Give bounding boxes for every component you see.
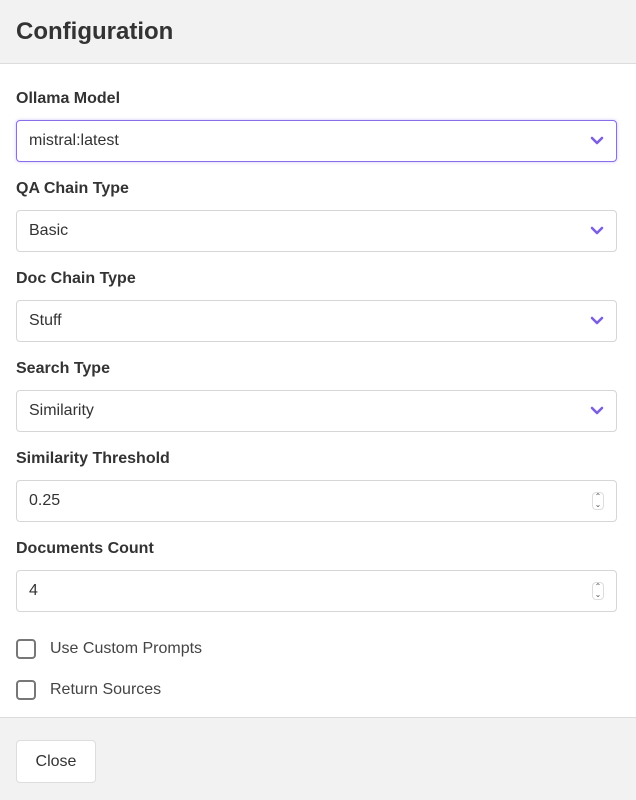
ollama-model-group: Ollama Model mistral:latest bbox=[16, 85, 636, 175]
documents-count-label: Documents Count bbox=[16, 540, 154, 557]
modal-footer: Close bbox=[0, 717, 636, 800]
doc-chain-type-group: Doc Chain Type Stuff bbox=[16, 265, 636, 355]
doc-chain-type-select[interactable]: Stuff bbox=[16, 300, 617, 342]
similarity-threshold-input[interactable]: 0.25 ⌃ ⌄ bbox=[16, 480, 617, 522]
documents-count-value: 4 bbox=[29, 582, 38, 599]
search-type-label: Search Type bbox=[16, 360, 110, 377]
search-type-select[interactable]: Similarity bbox=[16, 390, 617, 432]
search-type-group: Search Type Similarity bbox=[16, 355, 636, 445]
documents-count-input[interactable]: 4 ⌃ ⌄ bbox=[16, 570, 617, 612]
ollama-model-label: Ollama Model bbox=[16, 90, 121, 107]
qa-chain-type-group: QA Chain Type Basic bbox=[16, 175, 636, 265]
chevron-down-icon bbox=[590, 404, 604, 418]
similarity-threshold-group: Similarity Threshold 0.25 ⌃ ⌄ bbox=[16, 445, 636, 535]
qa-chain-type-label: QA Chain Type bbox=[16, 180, 129, 197]
modal-header: Configuration bbox=[0, 0, 636, 64]
checkbox-icon[interactable] bbox=[16, 679, 36, 700]
similarity-threshold-value: 0.25 bbox=[29, 492, 61, 509]
modal-title: Configuration bbox=[16, 17, 174, 45]
return-sources-checkbox[interactable]: Return Sources bbox=[16, 669, 636, 710]
ollama-model-select[interactable]: mistral:latest bbox=[16, 120, 617, 162]
ollama-model-value: mistral:latest bbox=[29, 132, 119, 149]
close-button[interactable]: Close bbox=[16, 740, 96, 783]
use-custom-prompts-label: Use Custom Prompts bbox=[50, 639, 203, 657]
chevron-down-icon bbox=[590, 224, 604, 238]
search-type-value: Similarity bbox=[29, 402, 94, 419]
similarity-threshold-label: Similarity Threshold bbox=[16, 450, 170, 467]
checkbox-icon[interactable] bbox=[16, 638, 36, 659]
doc-chain-type-value: Stuff bbox=[29, 312, 62, 329]
documents-count-group: Documents Count 4 ⌃ ⌄ bbox=[16, 535, 636, 625]
use-custom-prompts-checkbox[interactable]: Use Custom Prompts bbox=[16, 628, 636, 669]
number-stepper-icon[interactable]: ⌃ ⌄ bbox=[592, 492, 604, 510]
qa-chain-type-value: Basic bbox=[29, 222, 69, 239]
chevron-down-icon bbox=[590, 314, 604, 328]
chevron-down-icon bbox=[590, 134, 604, 148]
qa-chain-type-select[interactable]: Basic bbox=[16, 210, 617, 252]
return-sources-label: Return Sources bbox=[50, 680, 162, 698]
number-stepper-icon[interactable]: ⌃ ⌄ bbox=[592, 582, 604, 600]
config-form: Ollama Model mistral:latest QA Chain Typ… bbox=[0, 64, 636, 710]
doc-chain-type-label: Doc Chain Type bbox=[16, 270, 136, 287]
